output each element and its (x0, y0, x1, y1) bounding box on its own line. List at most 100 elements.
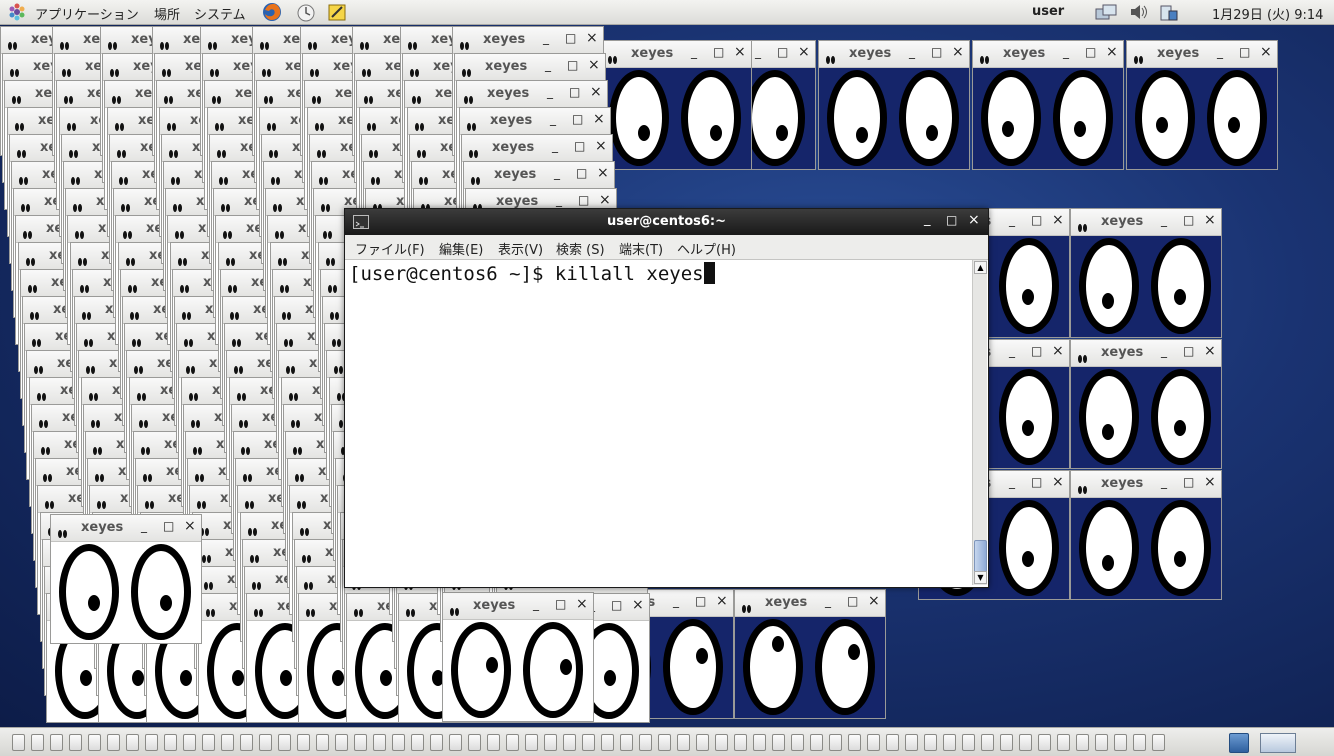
minimize-button[interactable]: _ (1161, 213, 1167, 227)
workspace-button[interactable] (31, 734, 44, 751)
maximize-button[interactable]: □ (1085, 45, 1096, 59)
workspace-button[interactable] (943, 734, 956, 751)
show-desktop-icon[interactable] (1260, 733, 1296, 753)
volume-icon[interactable] (1128, 2, 1150, 22)
maximize-button[interactable]: □ (567, 58, 578, 72)
xeyes-window[interactable]: xeyes _ □ × (442, 592, 594, 722)
workspace-button[interactable] (886, 734, 899, 751)
workspace-button[interactable] (544, 734, 557, 751)
minimize-button[interactable]: _ (543, 31, 549, 45)
close-button[interactable]: × (576, 596, 588, 612)
close-button[interactable]: × (1106, 44, 1118, 60)
menu-file[interactable]: ファイル(F) (355, 239, 425, 258)
maximize-button[interactable]: □ (1031, 475, 1042, 489)
terminal-minimize-button[interactable]: _ (924, 212, 931, 227)
workspace-button[interactable] (259, 734, 272, 751)
workspace-button[interactable] (772, 734, 785, 751)
xeyes-window[interactable]: xeyes _ □ × (1126, 40, 1278, 170)
workspace-button[interactable] (753, 734, 766, 751)
terminal-text-area[interactable]: [user@centos6 ~]$ killall xeyes (347, 260, 972, 585)
menu-search[interactable]: 検索 (S) (556, 239, 605, 258)
maximize-button[interactable]: □ (1239, 45, 1250, 59)
workspace-button[interactable] (468, 734, 481, 751)
xeyes-titlebar[interactable]: xeyes _ □ × (819, 41, 969, 68)
close-button[interactable]: × (593, 111, 605, 127)
menu-view[interactable]: 表示(V) (498, 239, 543, 258)
xeyes-titlebar[interactable]: xeyes _ □ × (464, 162, 614, 189)
xeyes-titlebar[interactable]: xeyes _ □ × (1071, 209, 1221, 236)
workspace-button[interactable] (164, 734, 177, 751)
workspace-button[interactable] (696, 734, 709, 751)
maximize-button[interactable]: □ (1183, 344, 1194, 358)
minimize-button[interactable]: _ (1161, 344, 1167, 358)
workspace-button[interactable] (1095, 734, 1108, 751)
close-button[interactable]: × (798, 44, 810, 60)
close-button[interactable]: × (599, 192, 611, 208)
workspace-button[interactable] (183, 734, 196, 751)
maximize-button[interactable]: □ (565, 31, 576, 45)
xeyes-titlebar[interactable]: xeyes _ □ × (601, 41, 751, 68)
clock[interactable]: 1月29日 (火) 9:14 (1212, 4, 1323, 23)
trash-icon[interactable] (1229, 733, 1249, 753)
workspace-button[interactable] (411, 734, 424, 751)
workspace-button[interactable] (924, 734, 937, 751)
workspace-button[interactable] (316, 734, 329, 751)
maximize-button[interactable]: □ (1031, 344, 1042, 358)
workspace-button[interactable] (202, 734, 215, 751)
close-button[interactable]: × (184, 518, 196, 534)
menu-help[interactable]: ヘルプ(H) (677, 239, 736, 258)
workspace-button[interactable] (487, 734, 500, 751)
xeyes-titlebar[interactable]: xeyes _ □ × (462, 135, 612, 162)
xeyes-window[interactable]: xeyes _ □ × (972, 40, 1124, 170)
user-name[interactable]: user (1032, 4, 1064, 19)
minimize-button[interactable]: _ (547, 85, 553, 99)
workspace-button[interactable] (1019, 734, 1032, 751)
workspace-button[interactable] (620, 734, 633, 751)
workspace-button[interactable] (715, 734, 728, 751)
close-button[interactable]: × (590, 84, 602, 100)
workspace-button[interactable] (1057, 734, 1070, 751)
workspace-button[interactable] (1152, 734, 1165, 751)
xeyes-titlebar[interactable]: xeyes _ □ × (973, 41, 1123, 68)
minimize-button[interactable]: _ (691, 45, 697, 59)
maximize-button[interactable]: □ (163, 519, 174, 533)
workspace-button[interactable] (677, 734, 690, 751)
terminal-titlebar[interactable]: user@centos6:~ _ □ × (345, 209, 988, 235)
close-button[interactable]: × (595, 138, 607, 154)
workspace-button[interactable] (392, 734, 405, 751)
workspace-button[interactable] (297, 734, 310, 751)
minimize-button[interactable]: _ (1161, 475, 1167, 489)
close-button[interactable]: × (716, 593, 728, 609)
maximize-button[interactable]: □ (695, 594, 706, 608)
menu-places[interactable]: 場所 (154, 4, 180, 23)
close-button[interactable]: × (868, 593, 880, 609)
workspace-button[interactable] (335, 734, 348, 751)
workspace-button[interactable] (962, 734, 975, 751)
scroll-down-arrow-icon[interactable]: ▼ (974, 571, 987, 584)
close-button[interactable]: × (586, 30, 598, 46)
evolution-mail-icon[interactable] (296, 2, 316, 22)
minimize-button[interactable]: _ (909, 45, 915, 59)
close-button[interactable]: × (952, 44, 964, 60)
minimize-button[interactable]: _ (1063, 45, 1069, 59)
minimize-button[interactable]: _ (1009, 213, 1015, 227)
workspace-button[interactable] (582, 734, 595, 751)
workspace-button[interactable] (278, 734, 291, 751)
menu-system[interactable]: システム (194, 4, 246, 23)
menu-edit[interactable]: 編集(E) (439, 239, 483, 258)
close-button[interactable]: × (1260, 44, 1272, 60)
terminal-maximize-button[interactable]: □ (946, 213, 957, 227)
workspace-button[interactable] (506, 734, 519, 751)
gnome-foot-icon[interactable] (8, 3, 26, 21)
minimize-button[interactable]: _ (825, 594, 831, 608)
xeyes-titlebar[interactable]: xeyes _ □ × (735, 590, 885, 617)
close-button[interactable]: × (1052, 343, 1064, 359)
xeyes-window[interactable]: xeyes _ □ × (50, 514, 202, 644)
workspace-button[interactable] (905, 734, 918, 751)
workspace-button[interactable] (848, 734, 861, 751)
workspace-button[interactable] (50, 734, 63, 751)
maximize-button[interactable]: □ (931, 45, 942, 59)
close-button[interactable]: × (588, 57, 600, 73)
maximize-button[interactable]: □ (572, 112, 583, 126)
close-button[interactable]: × (1204, 212, 1216, 228)
